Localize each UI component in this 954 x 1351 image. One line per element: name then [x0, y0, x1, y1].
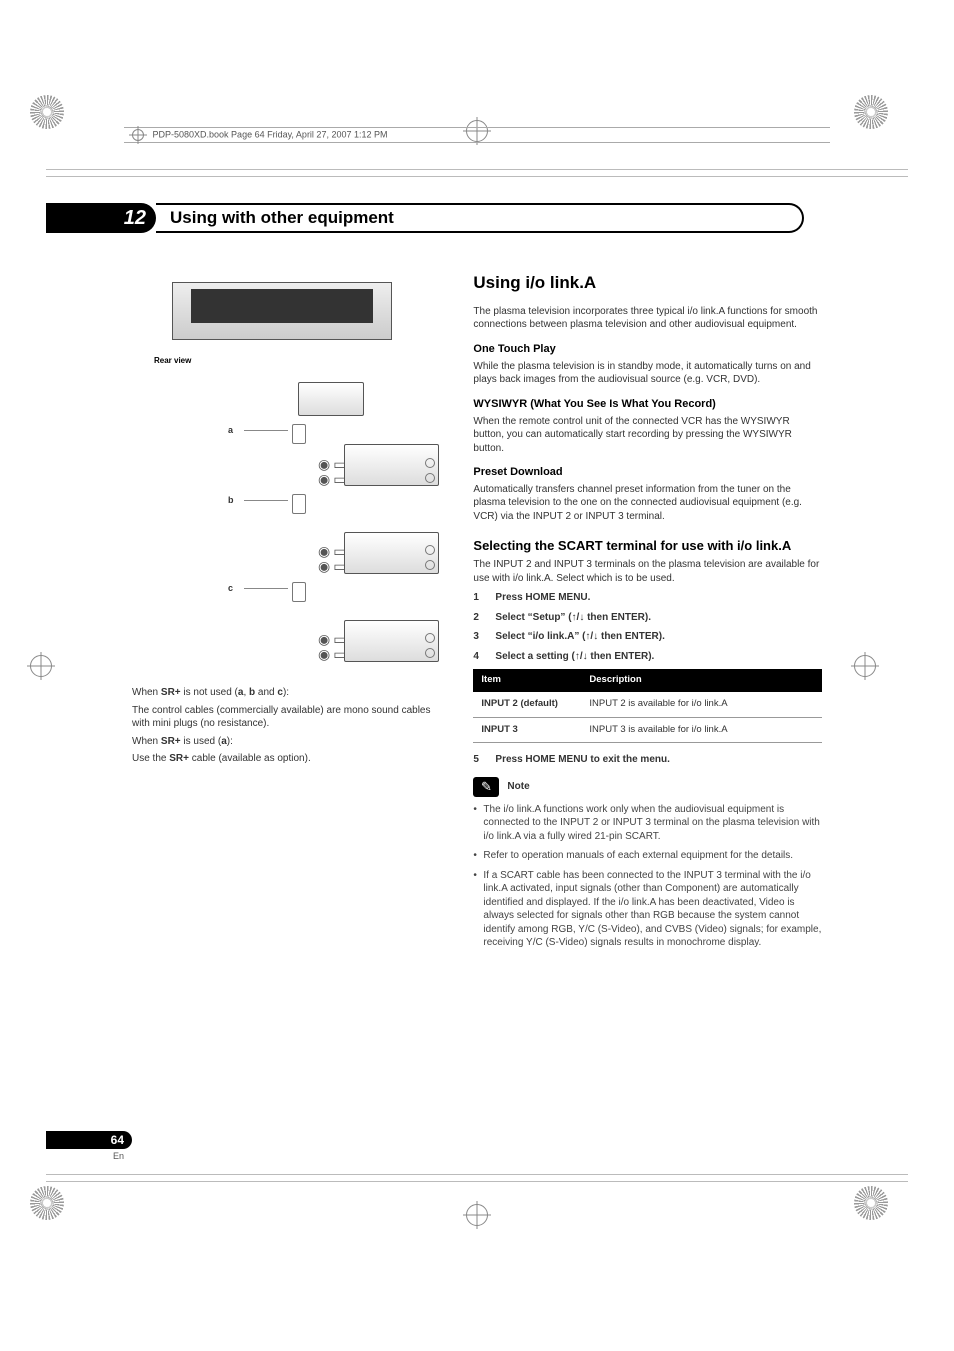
crop-rule [46, 169, 908, 170]
crop-rule [46, 176, 908, 177]
procedure-steps: 1Press HOME MENU. 2Select “Setup” (↑/↓ t… [473, 591, 822, 663]
section-title: Using i/o link.A [473, 272, 822, 295]
reg-mark-top-left [30, 95, 100, 165]
table-head-desc: Description [581, 669, 822, 692]
caption-line: When SR+ is not used (a, b and c): [132, 686, 447, 700]
figure-leader-c [244, 588, 288, 589]
subsection-preset-download: Preset Download [473, 465, 822, 480]
note-item: Refer to operation manuals of each exter… [473, 849, 822, 863]
chapter-title: Using with other equipment [170, 208, 394, 228]
subsection-wysiwyr: WYSIWYR (What You See Is What You Record… [473, 397, 822, 412]
settings-table: Item Description INPUT 2 (default) INPUT… [473, 669, 822, 743]
figure-label-c: c [228, 582, 233, 594]
table-row: INPUT 2 (default) INPUT 2 is available f… [473, 692, 822, 717]
figure-label-b: b [228, 494, 234, 506]
table-cell-desc: INPUT 2 is available for i/o link.A [581, 692, 822, 717]
table-cell-desc: INPUT 3 is available for i/o link.A [581, 717, 822, 743]
reg-mark-bottom-left [30, 1186, 100, 1256]
caption-line: When SR+ is used (a): [132, 735, 447, 749]
table-cell-item: INPUT 2 (default) [473, 692, 581, 717]
figure-leader-b [244, 500, 288, 501]
figure-rear-view-label: Rear view [154, 356, 191, 367]
note-icon: ✎ [473, 777, 499, 797]
procedure-step: 3Select “i/o link.A” (↑/↓ then ENTER). [473, 630, 822, 644]
section-intro: The plasma television incorporates three… [473, 305, 822, 332]
figure-label-a: a [228, 424, 233, 436]
crop-rule [46, 1181, 908, 1182]
table-head-item: Item [473, 669, 581, 692]
chapter-header: 12 Using with other equipment [46, 203, 804, 233]
chapter-title-wrap: Using with other equipment [156, 203, 804, 233]
figure-jack-a [292, 424, 306, 444]
subsection-body: When the remote control unit of the conn… [473, 415, 822, 456]
figure-plasma-tv [172, 282, 392, 340]
reg-mark-bottom-right [854, 1186, 924, 1256]
subsection-body: While the plasma television is in standb… [473, 360, 822, 387]
figure-control-box [298, 382, 364, 416]
subsection-body: Automatically transfers channel preset i… [473, 483, 822, 524]
document-meta-text: PDP-5080XD.book Page 64 Friday, April 27… [153, 129, 388, 139]
note-block: ✎ Note The i/o link.A functions work onl… [473, 777, 822, 950]
reg-mark-mid-bottom [466, 1204, 488, 1231]
figure-caption-block: When SR+ is not used (a, b and c): The c… [132, 686, 447, 766]
reg-mark-mid-right [854, 655, 924, 725]
table-cell-item: INPUT 3 [473, 717, 581, 743]
reg-mark-mid-left [30, 655, 100, 725]
note-label: Note [507, 780, 529, 794]
figure-jack-b [292, 494, 306, 514]
chapter-number-badge: 12 [46, 203, 156, 233]
table-row: INPUT 3 INPUT 3 is available for i/o lin… [473, 717, 822, 743]
subsection-one-touch-play: One Touch Play [473, 342, 822, 357]
page-language: En [46, 1151, 132, 1161]
reg-mark-top-right [854, 95, 924, 165]
figure-jack-c [292, 582, 306, 602]
figure-leader-a [244, 430, 288, 431]
crop-rule [46, 1174, 908, 1175]
page-number-block: 64 En [46, 1131, 132, 1161]
connection-figure: Rear view a ◉▭▭➔ ◉▭▭➔ b ◉▭▭➔ ◉▭▭➔ c ◉▭▭➔… [150, 272, 447, 672]
note-item: The i/o link.A functions work only when … [473, 803, 822, 844]
subsection-select-scart: Selecting the SCART terminal for use wit… [473, 537, 822, 555]
note-item: If a SCART cable has been connected to t… [473, 869, 822, 950]
document-meta-line: PDP-5080XD.book Page 64 Friday, April 27… [124, 127, 830, 143]
procedure-step: 5Press HOME MENU to exit the menu. [473, 753, 822, 767]
procedure-step: 1Press HOME MENU. [473, 591, 822, 605]
procedure-step: 2Select “Setup” (↑/↓ then ENTER). [473, 611, 822, 625]
chapter-number: 12 [124, 207, 146, 230]
page-number: 64 [111, 1133, 124, 1147]
caption-line: Use the SR+ cable (available as option). [132, 752, 447, 766]
subsection-body: The INPUT 2 and INPUT 3 terminals on the… [473, 558, 822, 585]
procedure-step: 4Select a setting (↑/↓ then ENTER). [473, 650, 822, 664]
caption-line: The control cables (commercially availab… [132, 704, 447, 731]
